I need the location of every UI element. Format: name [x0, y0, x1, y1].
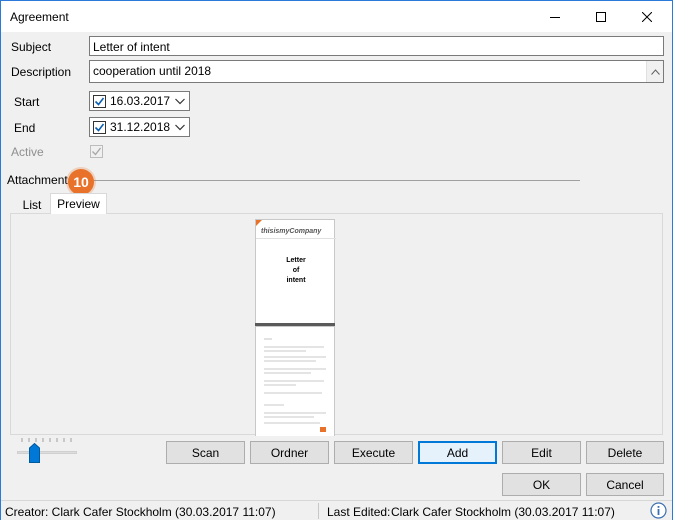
description-value: cooperation until 2018 [93, 64, 212, 78]
document-page-2 [255, 326, 335, 436]
attachments-divider [91, 180, 580, 181]
check-icon [92, 147, 102, 156]
close-button[interactable] [624, 1, 670, 32]
window-title: Agreement [10, 10, 69, 24]
start-label: Start [14, 95, 40, 109]
delete-button[interactable]: Delete [586, 441, 664, 464]
chevron-down-icon[interactable] [175, 122, 185, 132]
close-icon [642, 11, 652, 22]
header-rule [256, 238, 336, 239]
status-bar: Creator: Clark Cafer Stockholm (30.03.20… [1, 500, 672, 520]
start-enabled-checkbox[interactable] [93, 95, 106, 108]
execute-button[interactable]: Execute [334, 441, 413, 464]
status-separator [318, 503, 319, 519]
description-scroll-up[interactable] [646, 61, 663, 82]
maximize-icon [596, 11, 606, 22]
tab-preview-label: Preview [57, 197, 100, 211]
corner-mark [256, 220, 262, 226]
title-bar: Agreement [1, 1, 672, 32]
ordner-button[interactable]: Ordner [250, 441, 329, 464]
description-input[interactable]: cooperation until 2018 [89, 60, 664, 83]
description-label: Description [11, 65, 72, 79]
end-label: End [14, 121, 36, 135]
minimize-button[interactable] [532, 1, 578, 32]
tab-preview[interactable]: Preview [50, 193, 107, 214]
document-text-lines [264, 338, 326, 432]
tab-list[interactable]: List [15, 196, 49, 214]
company-logo: thisismyCompany [261, 228, 322, 235]
tab-list-label: List [22, 198, 42, 212]
scan-button[interactable]: Scan [166, 441, 245, 464]
ok-button[interactable]: OK [502, 473, 581, 496]
agreement-dialog: Agreement Subject Letter of intent Descr… [0, 0, 673, 520]
logo-mark [320, 427, 326, 432]
doc-title-line-3: intent [286, 277, 306, 284]
chevron-up-icon [650, 68, 660, 75]
doc-title-line-2: of [292, 267, 300, 274]
preview-panel[interactable]: thisismyCompany Letter of intent [10, 213, 663, 436]
subject-value: Letter of intent [93, 40, 170, 54]
last-edited-label: Last Edited: [327, 505, 391, 519]
step-badge: 10 [68, 169, 94, 195]
cancel-button[interactable]: Cancel [586, 473, 664, 496]
maximize-button[interactable] [578, 1, 624, 32]
attachments-label: Attachments [7, 173, 74, 187]
edit-button[interactable]: Edit [502, 441, 581, 464]
active-checkbox[interactable] [90, 145, 103, 158]
zoom-slider[interactable] [17, 437, 77, 465]
slider-track [17, 451, 77, 454]
last-edited-value: Clark Cafer Stockholm (30.03.2017 11:07) [391, 505, 615, 519]
check-icon [94, 123, 105, 132]
subject-label: Subject [11, 40, 52, 54]
info-icon[interactable] [650, 502, 667, 519]
add-button[interactable]: Add [418, 441, 497, 464]
end-date-value: 31.12.2018 [110, 120, 171, 134]
chevron-down-icon[interactable] [175, 96, 185, 106]
start-date-picker[interactable]: 16.03.2017 [89, 91, 190, 111]
start-date-value: 16.03.2017 [110, 94, 171, 108]
doc-title-line-1: Letter [286, 257, 306, 264]
document-page-1: thisismyCompany Letter of intent [255, 219, 336, 324]
end-date-picker[interactable]: 31.12.2018 [89, 117, 190, 137]
doc-title: Letter of intent [256, 256, 336, 286]
slider-thumb[interactable] [29, 443, 40, 463]
minimize-icon [550, 16, 560, 18]
check-icon [94, 97, 105, 106]
active-label: Active [11, 145, 44, 159]
subject-input[interactable]: Letter of intent [89, 36, 664, 56]
creator-text: Creator: Clark Cafer Stockholm (30.03.20… [5, 505, 276, 519]
end-enabled-checkbox[interactable] [93, 121, 106, 134]
